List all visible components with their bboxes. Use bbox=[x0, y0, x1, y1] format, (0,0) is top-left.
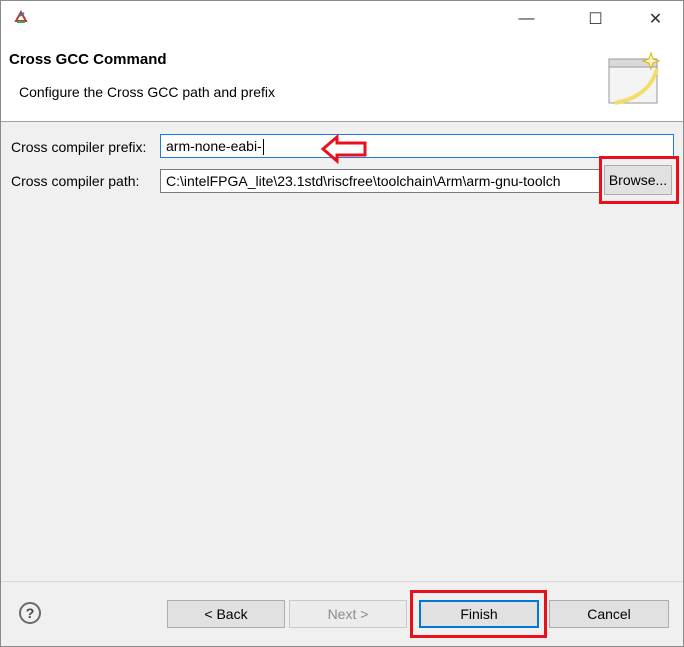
finish-highlight-box bbox=[410, 590, 547, 638]
wizard-banner-icon bbox=[608, 51, 661, 105]
path-input[interactable]: C:\intelFPGA_lite\23.1std\riscfree\toolc… bbox=[160, 169, 600, 193]
annotation-arrow-icon bbox=[320, 133, 367, 165]
footer-divider bbox=[1, 581, 683, 582]
cancel-button[interactable]: Cancel bbox=[549, 600, 669, 628]
page-description: Configure the Cross GCC path and prefix bbox=[19, 84, 276, 100]
close-button[interactable]: ✕ bbox=[633, 1, 678, 37]
prefix-value: arm-none-eabi- bbox=[166, 138, 262, 154]
page-title: Cross GCC Command bbox=[9, 51, 167, 68]
title-bar: — ☐ ✕ bbox=[1, 1, 683, 37]
help-icon[interactable]: ? bbox=[19, 602, 41, 624]
maximize-button[interactable]: ☐ bbox=[573, 1, 618, 37]
next-button: Next > bbox=[289, 600, 407, 628]
app-icon bbox=[14, 9, 28, 23]
back-button[interactable]: < Back bbox=[167, 600, 285, 628]
prefix-input[interactable]: arm-none-eabi- bbox=[160, 134, 674, 158]
prefix-label: Cross compiler prefix: bbox=[11, 139, 147, 155]
path-label: Cross compiler path: bbox=[11, 173, 140, 189]
browse-highlight-box bbox=[599, 156, 679, 204]
wizard-window: — ☐ ✕ Cross GCC Command Configure the Cr… bbox=[0, 0, 684, 647]
text-cursor bbox=[262, 139, 264, 156]
wizard-header: Cross GCC Command Configure the Cross GC… bbox=[1, 37, 683, 122]
minimize-button[interactable]: — bbox=[504, 1, 549, 37]
